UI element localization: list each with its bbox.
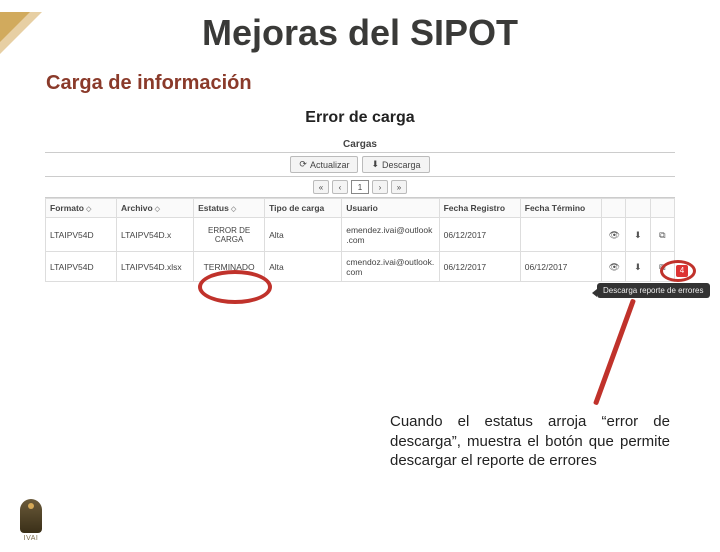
- cell-usuario: cmendoz.ivai@outlook.com: [342, 252, 439, 282]
- download-row-icon[interactable]: ⬇: [633, 262, 643, 272]
- cell-formato: LTAIPV54D: [46, 218, 117, 252]
- col-usuario[interactable]: Usuario: [342, 199, 439, 218]
- refresh-icon: ⟳: [299, 159, 307, 170]
- pager-next[interactable]: ›: [372, 180, 388, 194]
- eye-icon[interactable]: 👁: [609, 230, 619, 240]
- cell-formato: LTAIPV54D: [46, 252, 117, 282]
- data-table: Formato◇ Archivo◇ Estatus◇ Tipo de carga…: [45, 198, 675, 282]
- error-count-badge: 4: [676, 265, 688, 277]
- pager-prev[interactable]: ‹: [332, 180, 348, 194]
- logo-mark: [20, 499, 42, 533]
- cell-tipo: Alta: [265, 252, 342, 282]
- section-label: Error de carga: [0, 109, 720, 127]
- cell-tipo: Alta: [265, 218, 342, 252]
- cell-usuario: emendez.ivai@outlook.com: [342, 218, 439, 252]
- cell-estatus: ERROR DE CARGA: [194, 218, 265, 252]
- annotation-circle-estatus: [198, 270, 272, 304]
- caption-text: Cuando el estatus arroja “error de desca…: [390, 412, 670, 471]
- col-tipo[interactable]: Tipo de carga: [265, 199, 342, 218]
- cell-fecha-term: [520, 218, 601, 252]
- table-row: LTAIPV54D LTAIPV54D.x ERROR DE CARGA Alt…: [46, 218, 675, 252]
- download-row-icon[interactable]: ⬇: [633, 230, 643, 240]
- table-row: LTAIPV54D LTAIPV54D.xlsx TERMINADO Alta …: [46, 252, 675, 282]
- annotation-line: [593, 299, 636, 406]
- sort-icon: ◇: [231, 206, 236, 213]
- pager: « ‹ 1 › »: [45, 177, 675, 198]
- col-action-a: [601, 199, 625, 218]
- refresh-label: Actualizar: [310, 160, 350, 170]
- cell-archivo: LTAIPV54D.x: [117, 218, 194, 252]
- col-archivo[interactable]: Archivo◇: [117, 199, 194, 218]
- report-icon[interactable]: ⧉: [657, 230, 667, 240]
- panel-title: Cargas: [45, 135, 675, 152]
- col-formato[interactable]: Formato◇: [46, 199, 117, 218]
- pager-last[interactable]: »: [391, 180, 407, 194]
- sort-icon: ◇: [155, 206, 160, 213]
- download-icon: ⬇: [371, 159, 379, 170]
- eye-icon[interactable]: 👁: [609, 262, 619, 272]
- logo: IVAI: [20, 499, 42, 542]
- col-action-b: [626, 199, 650, 218]
- pager-current: 1: [351, 180, 369, 194]
- toolbar: ⟳ Actualizar ⬇ Descarga: [45, 152, 675, 177]
- corner-decor-2: [0, 12, 30, 42]
- col-action-c: [650, 199, 674, 218]
- slide-subtitle: Carga de información: [46, 72, 720, 95]
- table-header-row: Formato◇ Archivo◇ Estatus◇ Tipo de carga…: [46, 199, 675, 218]
- pager-first[interactable]: «: [313, 180, 329, 194]
- screenshot-panel: Cargas ⟳ Actualizar ⬇ Descarga « ‹ 1 › »…: [45, 135, 675, 282]
- col-estatus[interactable]: Estatus◇: [194, 199, 265, 218]
- cell-fecha-term: 06/12/2017: [520, 252, 601, 282]
- col-fecha-term[interactable]: Fecha Término: [520, 199, 601, 218]
- sort-icon: ◇: [86, 206, 91, 213]
- col-fecha-reg[interactable]: Fecha Registro: [439, 199, 520, 218]
- cell-fecha-reg: 06/12/2017: [439, 252, 520, 282]
- cell-fecha-reg: 06/12/2017: [439, 218, 520, 252]
- cell-archivo: LTAIPV54D.xlsx: [117, 252, 194, 282]
- slide-title: Mejoras del SIPOT: [0, 12, 720, 54]
- download-button[interactable]: ⬇ Descarga: [362, 156, 429, 173]
- logo-text: IVAI: [24, 535, 39, 542]
- refresh-button[interactable]: ⟳ Actualizar: [290, 156, 358, 173]
- tooltip-descarga-reporte: Descarga reporte de errores: [597, 283, 710, 298]
- download-label: Descarga: [382, 160, 421, 170]
